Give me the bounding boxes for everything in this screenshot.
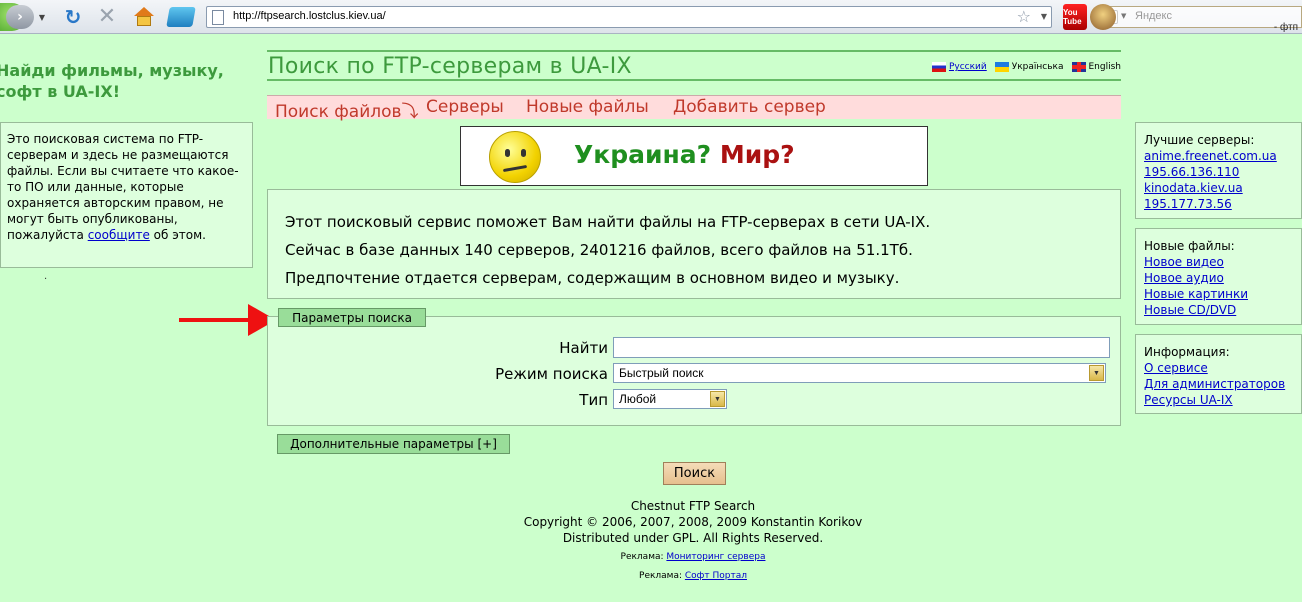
information-title: Информация: [1144,345,1230,359]
banner[interactable]: Украина? Мир? [460,126,928,186]
search-mode-value: Быстрый поиск [619,366,704,380]
new-files-link[interactable]: Новое аудио [1144,270,1293,286]
banner-text-red: Мир? [719,140,795,169]
red-arrow-shaft [179,318,254,322]
footer-line-1: Chestnut FTP Search [630,499,756,513]
search-engine-dropdown-icon[interactable]: ▼ [1121,12,1126,20]
home-icon[interactable] [133,6,155,28]
tab-title[interactable]: - фтп [1274,22,1298,33]
lang-ru-link[interactable]: Русский [949,62,987,72]
best-server-link[interactable]: anime.freenet.com.ua [1144,148,1293,164]
best-server-link[interactable]: 195.177.73.56 [1144,196,1293,212]
favorites-icon[interactable] [166,7,196,27]
lang-ua-link[interactable]: Українська [1012,62,1064,72]
disclaimer-text: Это поисковая система по FTP-серверам и … [7,132,239,242]
language-switcher: Русский Українська English [931,62,1122,72]
lang-en[interactable]: English [1071,62,1122,72]
search-parameters-toggle[interactable]: Параметры поиска [278,308,426,327]
info-line-1: Этот поисковый сервис поможет Вам найти … [285,213,931,231]
advanced-parameters-button[interactable]: Дополнительные параметры [+] [277,434,510,454]
type-label: Тип [579,391,608,409]
search-input[interactable] [613,337,1110,358]
ad-2: Реклама: Софт Портал [400,571,986,581]
type-select[interactable]: Любой ▼ [613,389,727,409]
new-files-link[interactable]: Новые CD/DVD [1144,302,1293,318]
ad-2-label: Реклама: [639,571,685,581]
slogan: Найди фильмы, музыку, софт в UA-IX! [0,61,224,101]
lang-ua[interactable]: Українська [994,62,1064,72]
russia-flag-icon [931,62,946,72]
menu-new-files[interactable]: Новые файлы [526,97,649,117]
footer-line-2: Copyright © 2006, 2007, 2008, 2009 Konst… [523,515,863,529]
ukraine-flag-icon [994,62,1009,72]
new-files-box: Новые файлы: Новое видео Новое аудио Нов… [1135,228,1302,325]
information-box: Информация: О сервисе Для администраторо… [1135,334,1302,414]
new-files-title: Новые файлы: [1144,239,1235,253]
url-text[interactable]: http://ftpsearch.lostclus.kiev.ua/ [233,10,386,22]
banner-text-green: Украина? [574,140,712,169]
uk-flag-icon [1071,62,1086,72]
info-link[interactable]: Для администраторов [1144,376,1293,392]
disclaimer-text-end: об этом. [149,228,206,242]
info-line-2: Сейчас в базе данных 140 серверов, 24012… [285,241,913,259]
address-dropdown-icon[interactable]: ▼ [1041,12,1047,21]
find-label: Найти [559,339,608,357]
best-server-link[interactable]: kinodata.kiev.ua [1144,180,1293,196]
ad-1-link[interactable]: Мониторинг сервера [666,552,765,562]
ad-1: Реклама: Мониторинг сервера [400,552,986,562]
lang-ru[interactable]: Русский [931,62,987,72]
sad-smiley-icon [489,131,541,183]
footer-line-3: Distributed under GPL. All Rights Reserv… [562,531,824,545]
page-icon [212,10,224,25]
search-button[interactable]: Поиск [663,462,726,485]
reload-icon[interactable]: ↻ [62,5,84,29]
stop-icon[interactable]: ✕ [96,4,118,29]
avatar[interactable] [1090,4,1116,30]
new-files-link[interactable]: Новые картинки [1144,286,1293,302]
banner-text: Украина? Мир? [574,140,795,169]
best-servers-title: Лучшие серверы: [1144,133,1255,147]
forward-button[interactable]: › [6,5,34,29]
menu-search-files[interactable]: Поиск файлов⤵ [275,97,419,122]
chevron-down-icon[interactable]: ▼ [710,391,725,407]
search-mode-select[interactable]: Быстрый поиск ▼ [613,363,1106,383]
lang-en-link[interactable]: English [1089,62,1122,72]
info-link[interactable]: О сервисе [1144,360,1293,376]
ad-2-link[interactable]: Софт Портал [685,571,747,581]
address-bar[interactable]: http://ftpsearch.lostclus.kiev.ua/ ☆ ▼ [206,6,1052,28]
youtube-icon[interactable]: You Tube [1063,4,1087,30]
info-link[interactable]: Ресурсы UA-IX [1144,392,1293,408]
best-server-link[interactable]: 195.66.136.110 [1144,164,1293,180]
info-box: Этот поисковый сервис поможет Вам найти … [267,189,1121,299]
search-placeholder[interactable]: Яндекс [1135,10,1172,22]
menu-servers[interactable]: Серверы [426,97,504,117]
new-files-link[interactable]: Новое видео [1144,254,1293,270]
browser-toolbar: › ▼ ↻ ✕ http://ftpsearch.lostclus.kiev.u… [0,0,1302,34]
site-header: Поиск по FTP-серверам в UA-IX Русский Ук… [267,50,1121,81]
footer: Chestnut FTP Search Copyright © 2006, 20… [400,498,986,546]
search-mode-label: Режим поиска [495,365,608,383]
ad-1-label: Реклама: [620,552,667,562]
separator-dot: · [44,274,48,285]
search-bar[interactable]: Я ▼ Яндекс [1100,6,1302,28]
history-dropdown-icon[interactable]: ▼ [36,9,48,25]
menu-add-server[interactable]: Добавить сервер [673,97,826,117]
main-menu: Поиск файлов⤵ Серверы Новые файлы Добави… [267,95,1121,122]
page-title: Поиск по FTP-серверам в UA-IX [268,54,632,79]
disclaimer-box: Это поисковая система по FTP-серверам и … [0,122,253,268]
best-servers-box: Лучшие серверы: anime.freenet.com.ua 195… [1135,122,1302,219]
bookmark-star-icon[interactable]: ☆ [1017,7,1031,26]
chevron-down-icon[interactable]: ▼ [1089,365,1104,381]
report-link[interactable]: сообщите [88,228,150,242]
type-value: Любой [619,392,657,406]
info-line-3: Предпочтение отдается серверам, содержащ… [285,269,900,287]
